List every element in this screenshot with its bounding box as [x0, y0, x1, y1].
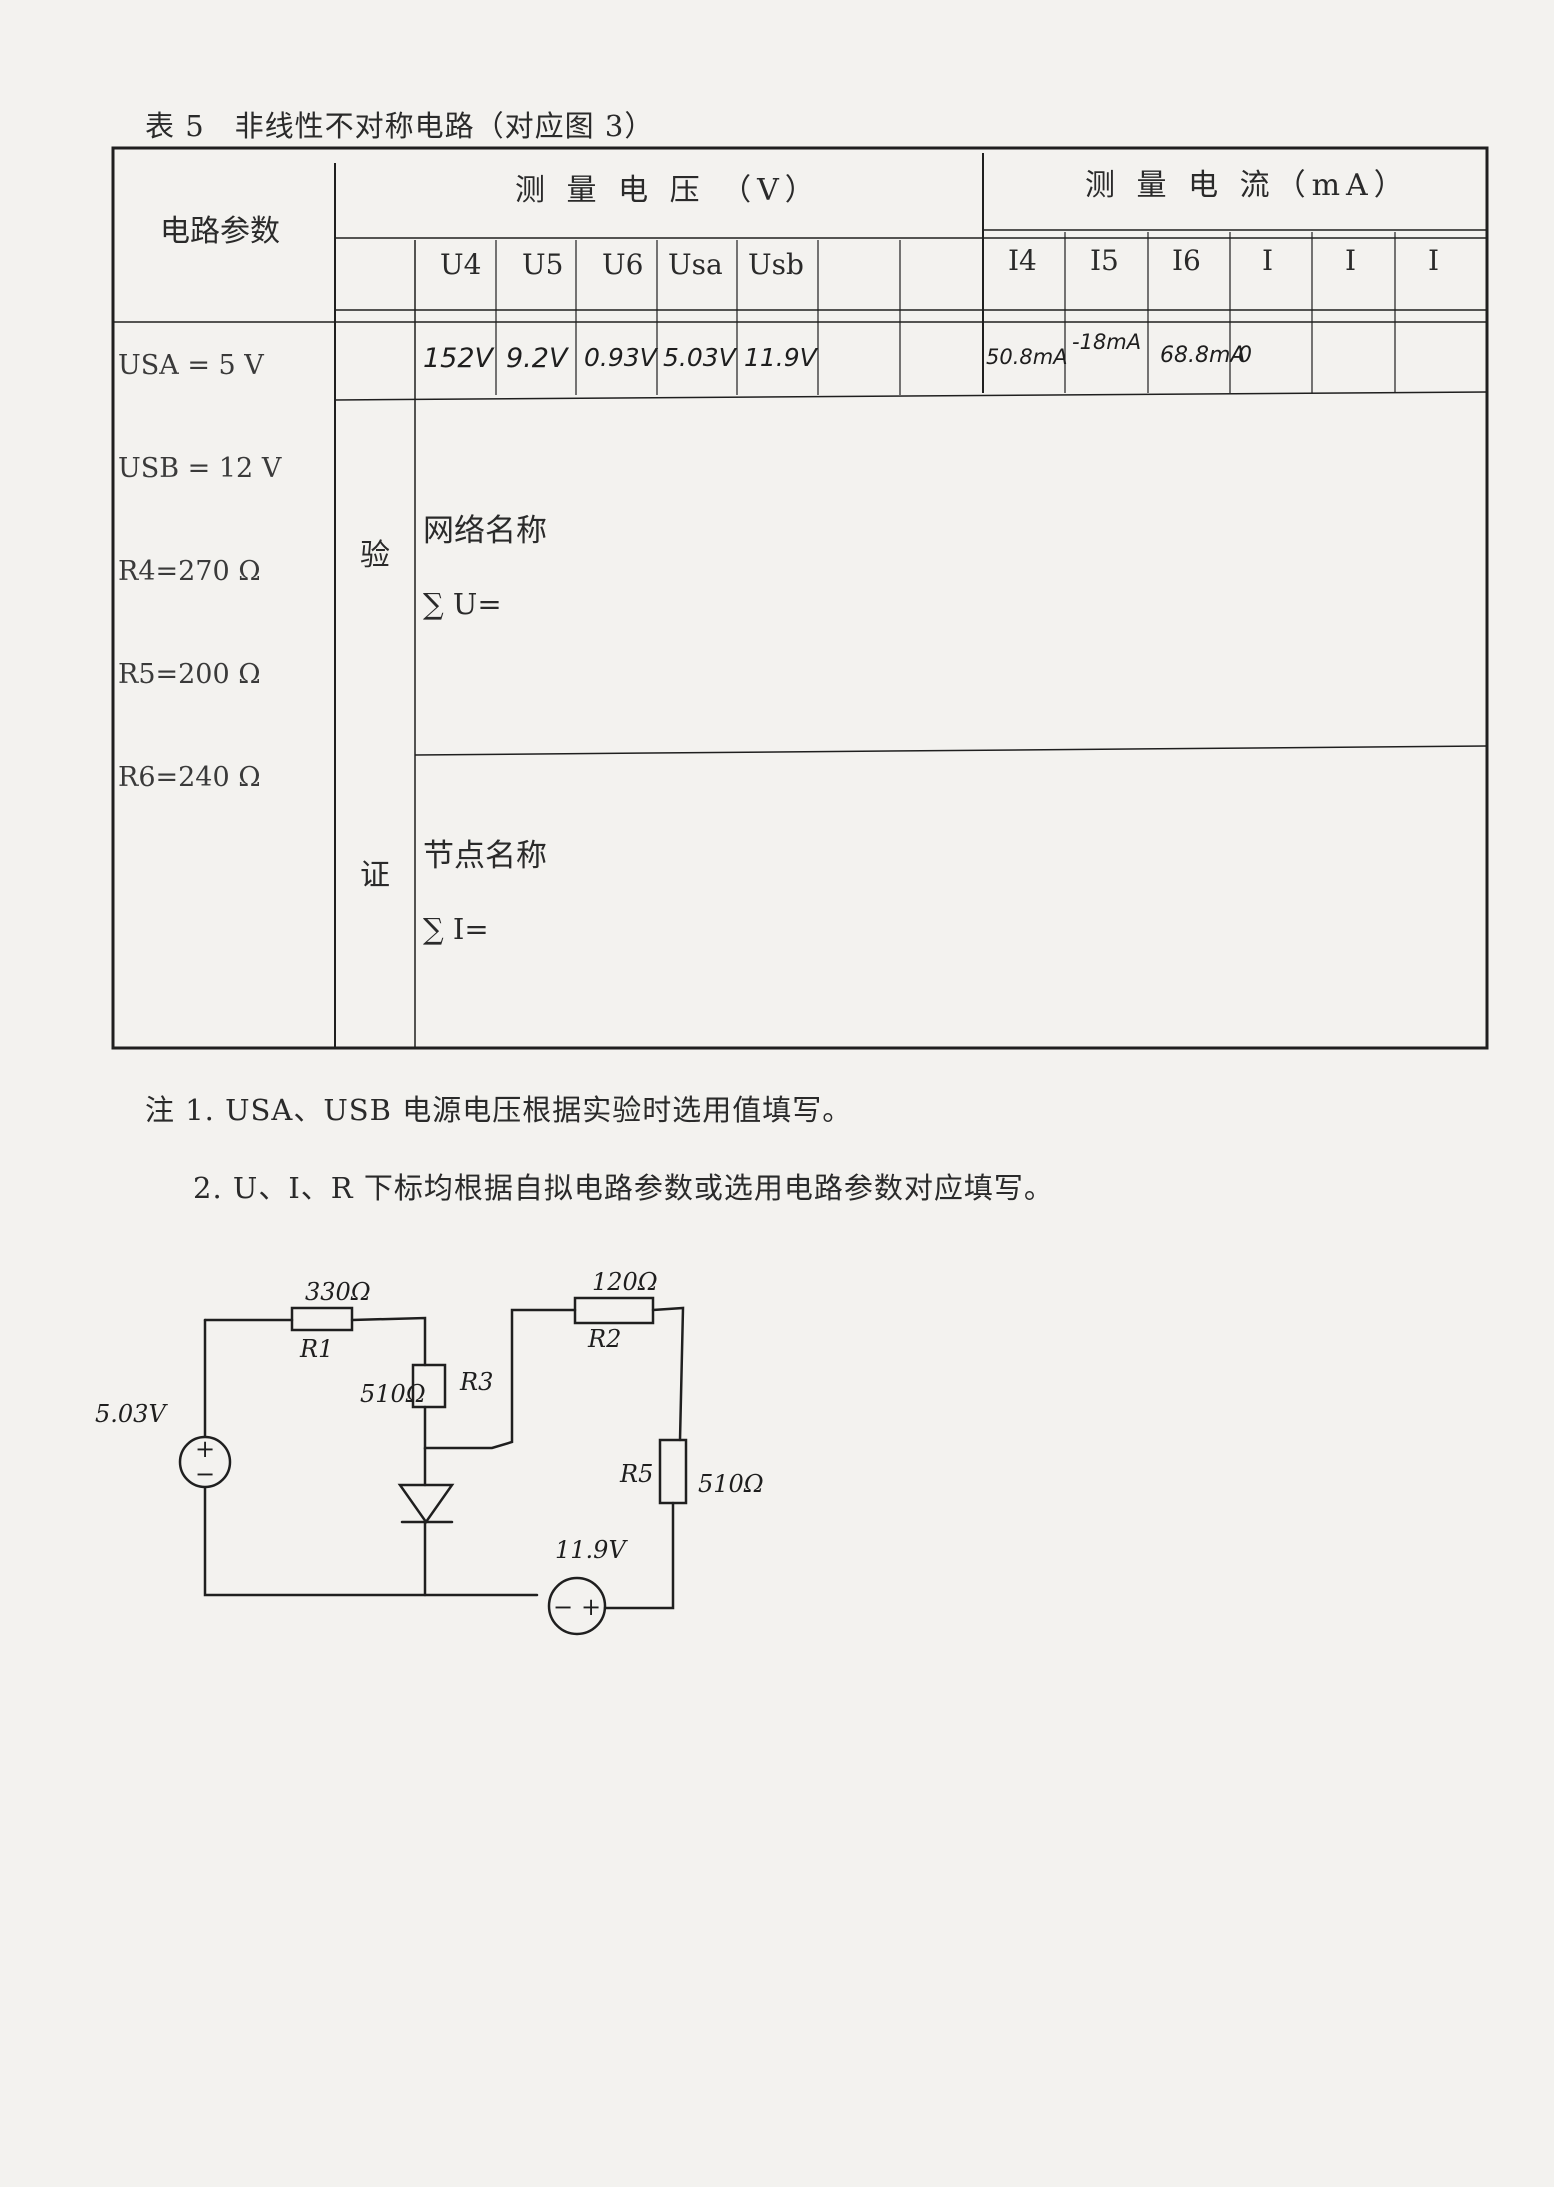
param-r6: R6=240 Ω: [118, 762, 261, 793]
param-usb: USB = 12 V: [118, 453, 282, 484]
current-header: 测 量 电 流（mA）: [1085, 168, 1410, 203]
param-usa: USA = 5 V: [118, 350, 264, 381]
value-usb: 11.9V: [744, 343, 817, 372]
resistor-r5: [658, 1438, 688, 1505]
r1-label: R1: [299, 1335, 333, 1363]
source-a-plus-icon: +: [195, 1435, 215, 1463]
r2-label: R2: [587, 1325, 621, 1353]
wire-right-upper: [651, 1306, 685, 1442]
value-u5: 9.2V: [506, 343, 568, 374]
r2-value: 120Ω: [592, 1268, 658, 1296]
col-i5: I5: [1090, 244, 1119, 277]
verify-label-bottom: 证: [360, 858, 390, 893]
col-i6: I6: [1172, 244, 1201, 277]
r1-value: 330Ω: [305, 1278, 371, 1306]
col-u4: U4: [440, 248, 482, 281]
source-a-minus-icon: −: [195, 1460, 215, 1488]
resistor-r1: [290, 1306, 354, 1332]
wire-junction: [423, 1308, 577, 1450]
value-u4: 152V: [423, 343, 494, 374]
value-i6: 68.8mA: [1160, 343, 1246, 368]
loop-name-label: 网络名称: [423, 513, 547, 549]
value-i5: -18mA: [1072, 330, 1142, 354]
source-a-value: 5.03V: [95, 1400, 168, 1428]
col-u5: U5: [522, 248, 564, 281]
voltage-header: 测 量 电 压 （V）: [515, 173, 821, 208]
node-name-label: 节点名称: [423, 838, 547, 874]
col-i-1: I: [1262, 244, 1274, 277]
r5-label: R5: [619, 1460, 653, 1488]
value-usa: 5.03V: [663, 343, 736, 372]
value-i-1: 0: [1238, 343, 1252, 368]
diode-icon: [397, 1483, 455, 1525]
circuit-params-header: 电路参数: [160, 214, 280, 249]
circuit-diagram: + − − + 330Ω R1 120Ω R2 510Ω R3 510Ω R5 …: [95, 1268, 764, 1636]
note-2: 2. U、I、R 下标均根据自拟电路参数或选用电路参数对应填写。: [193, 1171, 1054, 1205]
param-r4: R4=270 Ω: [118, 556, 261, 587]
node-sum-label: ∑ I=: [423, 912, 489, 946]
col-i4: I4: [1008, 244, 1037, 277]
r5-value: 510Ω: [698, 1470, 764, 1498]
loop-sum-label: ∑ U=: [423, 587, 502, 621]
col-i-2: I: [1345, 244, 1357, 277]
value-u6: 0.93V: [584, 343, 657, 372]
col-u6: U6: [602, 248, 644, 281]
wire-top-mid: [350, 1316, 427, 1367]
r3-label: R3: [459, 1368, 493, 1396]
source-b-value: 11.9V: [555, 1536, 628, 1564]
note-1: 注 1. USA、USB 电源电压根据实验时选用值填写。: [145, 1093, 853, 1127]
param-r5: R5=200 Ω: [118, 659, 261, 690]
col-usa: Usa: [668, 248, 723, 281]
col-i-3: I: [1428, 244, 1440, 277]
source-b-plus-icon: +: [581, 1593, 601, 1621]
value-i4: 50.8mA: [986, 345, 1068, 369]
verify-label-top: 验: [360, 538, 390, 573]
source-b-minus-icon: −: [553, 1593, 573, 1621]
col-usb: Usb: [748, 248, 804, 281]
r3-value: 510Ω: [360, 1380, 426, 1408]
wire-left-bottom: [203, 1486, 539, 1597]
resistor-r2: [573, 1296, 655, 1325]
